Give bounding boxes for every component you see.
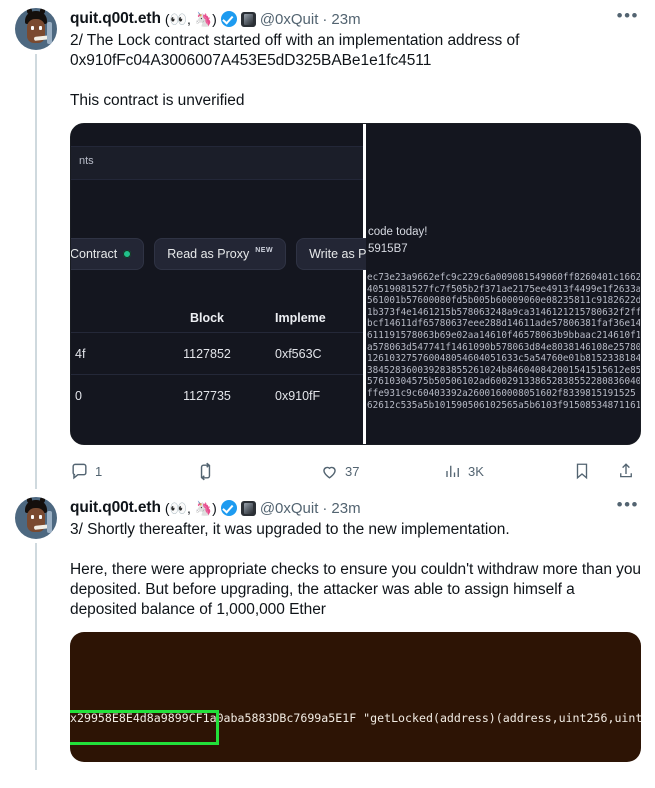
- tweet-text-line-1: 2/ The Lock contract started off with an…: [70, 32, 524, 69]
- explorer-tab-bar: Contract Read as Proxy NEW Write as Prox: [70, 238, 397, 270]
- explorer-tab-read-as-proxy-label: Read as Proxy: [167, 247, 250, 261]
- handle[interactable]: @0xQuit: [260, 11, 319, 28]
- avatar-eye-right: [39, 26, 42, 30]
- avatar-eye-left: [31, 515, 34, 519]
- tweet-body-1: quit.q00t.eth (👀, 🦄) @0xQuit · 23m ••• 2…: [60, 7, 641, 489]
- tweet-header-1: quit.q00t.eth (👀, 🦄) @0xQuit · 23m •••: [70, 7, 641, 30]
- table-cell-block: 1127735: [183, 388, 231, 403]
- avatar-eye-left: [31, 26, 34, 30]
- table-header-block: Block: [189, 310, 225, 325]
- avatar[interactable]: [15, 8, 57, 50]
- thread-connector-line: [35, 54, 37, 489]
- tweet-header-2: quit.q00t.eth (👀, 🦄) @0xQuit · 23m •••: [70, 496, 641, 519]
- verified-contract-dot-icon: [123, 250, 132, 258]
- terminal-line-1: x29958E8E4d8a9899CF1a0aba5883DBc7699a5E1…: [70, 711, 641, 725]
- bookmark-button[interactable]: [573, 462, 591, 480]
- explorer-topbar: nts: [71, 146, 363, 180]
- share-icon: [620, 463, 632, 478]
- avatar-eye-right: [39, 515, 42, 519]
- affiliate-badge-icon[interactable]: [240, 500, 256, 516]
- avatar-background-shape: [47, 22, 52, 44]
- explorer-tab-read-as-proxy[interactable]: Read as Proxy NEW: [154, 238, 287, 270]
- timestamp[interactable]: 23m: [331, 500, 360, 517]
- bottom-spacer: [70, 762, 641, 770]
- views-count: 3K: [468, 463, 484, 479]
- avatar[interactable]: [15, 497, 57, 539]
- explorer-tab-contract[interactable]: Contract: [70, 238, 145, 270]
- tweet-body-2: quit.q00t.eth (👀, 🦄) @0xQuit · 23m ••• 3…: [60, 496, 646, 770]
- explorer-right-pane: code today! 5915B7 ec73e23a9662efc9c229c…: [366, 124, 640, 444]
- timestamp[interactable]: 23m: [331, 11, 360, 28]
- thread-connector-line: [35, 543, 37, 770]
- retweet-button[interactable]: [196, 462, 320, 481]
- explorer-note-line-2: 5915B7: [368, 243, 408, 255]
- heart-icon: [323, 466, 336, 479]
- terminal-content: x29958E8E4d8a9899CF1a0aba5883DBc7699a5E1…: [70, 677, 641, 762]
- explorer-note: code today! 5915B7: [368, 224, 427, 258]
- table-row[interactable]: 0 1127735 0x910fF: [71, 374, 363, 416]
- tweet-article-2[interactable]: quit.q00t.eth (👀, 🦄) @0xQuit · 23m ••• 3…: [0, 489, 655, 770]
- verified-badge-icon: [220, 11, 237, 27]
- avatar-gutter: [12, 8, 60, 489]
- reply-button[interactable]: 1: [70, 462, 196, 481]
- reply-icon: [72, 463, 87, 479]
- table-cell-implementation: 0x910fF: [275, 388, 321, 403]
- explorer-implementation-table: Block Impleme 4f 1127852 0xf563C 0 11277…: [71, 302, 363, 416]
- tweet-feed: quit.q00t.eth (👀, 🦄) @0xQuit · 23m ••• 2…: [0, 0, 655, 770]
- more-options-icon[interactable]: •••: [607, 496, 641, 519]
- table-header-row: Block Impleme: [71, 302, 363, 332]
- display-name[interactable]: quit.q00t.eth: [70, 10, 161, 28]
- tweet-text-line-2: This contract is unverified: [70, 92, 245, 109]
- verified-badge-icon: [220, 500, 237, 516]
- explorer-note-line-1: code today!: [368, 226, 428, 238]
- separator-dot: ·: [322, 10, 328, 28]
- explorer-topbar-label: nts: [79, 155, 94, 167]
- embedded-media-terminal-screenshot[interactable]: x29958E8E4d8a9899CF1a0aba5883DBc7699a5E1…: [70, 632, 641, 762]
- handle[interactable]: @0xQuit: [260, 500, 319, 517]
- explorer-tab-contract-label: Contract: [70, 247, 118, 261]
- like-button[interactable]: 37: [320, 462, 444, 481]
- views-button[interactable]: 3K: [444, 462, 568, 480]
- display-name-emoji: (👀, 🦄): [164, 10, 217, 27]
- affiliate-badge-icon[interactable]: [240, 11, 256, 27]
- tweet-text-line-2: Here, there were appropriate checks to e…: [70, 561, 646, 618]
- table-cell-block: 1127852: [183, 346, 231, 361]
- display-name-emoji: (👀, 🦄): [164, 499, 217, 516]
- display-name[interactable]: quit.q00t.eth: [70, 499, 161, 517]
- new-badge: NEW: [255, 246, 274, 254]
- more-options-icon[interactable]: •••: [607, 7, 641, 30]
- table-cell-txhash: 4f: [75, 346, 86, 361]
- tweet-action-bar-1: 1 37 3K: [70, 453, 641, 489]
- share-button[interactable]: [617, 462, 635, 480]
- reply-count: 1: [95, 463, 103, 479]
- bookmark-icon: [576, 463, 588, 480]
- retweet-icon: [200, 462, 211, 480]
- contract-bytecode-hexdump: ec73e23a9662efc9c229c6a009081549060ff826…: [367, 272, 640, 411]
- table-cell-implementation: 0xf563C: [275, 346, 322, 361]
- avatar-gutter: [12, 497, 60, 770]
- terminal-line-2: 08A5CD7e228701563D09c5 --rpc-url https:/…: [70, 760, 641, 763]
- media-split-panes: nts Contract Read as Proxy NEW Write as …: [71, 124, 640, 444]
- table-row[interactable]: 4f 1127852 0xf563C: [71, 332, 363, 374]
- like-count: 37: [345, 463, 360, 479]
- explorer-left-pane: nts Contract Read as Proxy NEW Write as …: [71, 124, 397, 444]
- table-cell-txhash: 0: [75, 388, 82, 403]
- avatar-background-shape: [47, 511, 52, 533]
- embedded-media-explorer-screenshot[interactable]: nts Contract Read as Proxy NEW Write as …: [70, 123, 641, 445]
- analytics-icon: [446, 465, 459, 477]
- tweet-article-1[interactable]: quit.q00t.eth (👀, 🦄) @0xQuit · 23m ••• 2…: [0, 0, 655, 489]
- tweet-text-line-1: 3/ Shortly thereafter, it was upgraded t…: [70, 521, 510, 538]
- separator-dot: ·: [322, 499, 328, 517]
- table-header-implementation: Impleme: [275, 310, 326, 325]
